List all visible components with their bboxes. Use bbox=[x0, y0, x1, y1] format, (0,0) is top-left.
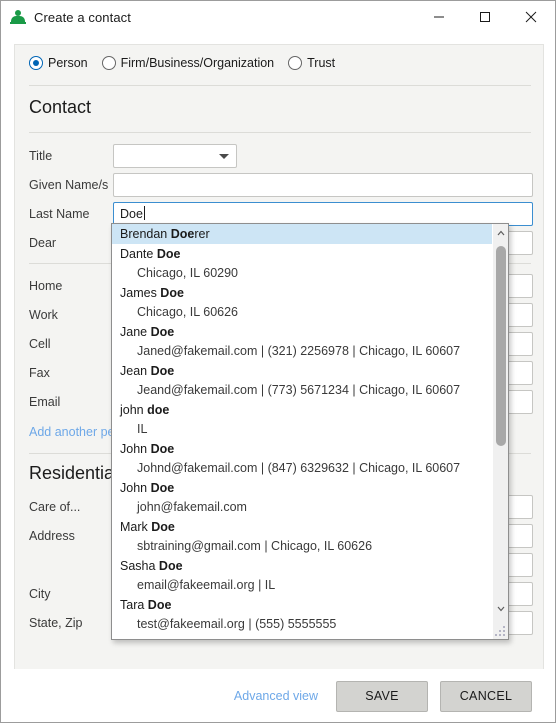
autocomplete-item[interactable]: john doe IL bbox=[112, 400, 493, 439]
autocomplete-item[interactable]: John Doe Johnd@fakemail.com | (847) 63296… bbox=[112, 439, 493, 478]
cancel-button[interactable]: CANCEL bbox=[440, 680, 532, 712]
autocomplete-item-name: Dante Doe bbox=[120, 247, 181, 261]
label-dear: Dear bbox=[29, 236, 57, 250]
chevron-down-icon bbox=[219, 154, 229, 159]
divider-contact bbox=[29, 132, 531, 133]
autocomplete-item-name: John Doe bbox=[120, 442, 175, 456]
autocomplete-item-detail: Chicago, IL 60290 bbox=[137, 266, 239, 280]
autocomplete-dropdown[interactable]: Brendan Doerer Dante Doe Chicago, IL 60290… bbox=[111, 223, 509, 640]
autocomplete-item[interactable]: Brendan Doerer bbox=[112, 224, 493, 244]
autocomplete-item[interactable]: Sasha Doe email@fakeemail.org | IL bbox=[112, 556, 493, 595]
radio-trust-indicator bbox=[288, 56, 303, 70]
autocomplete-item-detail: Johnd@fakemail.com | (847) 6329632 | Chi… bbox=[137, 461, 461, 475]
last-name-value: Doe bbox=[120, 207, 143, 221]
autocomplete-item-name: Tara Doe bbox=[120, 598, 172, 612]
section-title-residential: Residential bbox=[29, 463, 119, 483]
autocomplete-item-name: Sasha Doe bbox=[120, 559, 183, 573]
autocomplete-item-name: john doe bbox=[120, 403, 170, 417]
radio-trust-label: Trust bbox=[307, 56, 336, 70]
scrollbar-thumb[interactable] bbox=[496, 246, 506, 446]
autocomplete-item-detail: IL bbox=[137, 422, 148, 436]
autocomplete-item[interactable]: Tara Doe test@fakeemail.org | (555) 55555… bbox=[112, 595, 493, 634]
autocomplete-item-name: Jane Doe bbox=[120, 325, 175, 339]
dropdown-scrollbar[interactable] bbox=[492, 224, 508, 639]
label-home: Home bbox=[29, 279, 63, 293]
autocomplete-item[interactable]: James Doe Chicago, IL 60626 bbox=[112, 283, 493, 322]
label-email: Email bbox=[29, 395, 61, 409]
radio-person-label: Person bbox=[48, 56, 88, 70]
title-combobox[interactable] bbox=[113, 144, 237, 168]
autocomplete-item-detail: Jeand@fakemail.com | (773) 5671234 | Chi… bbox=[137, 383, 461, 397]
create-contact-window: Create a contact Person Firm/Business/Or… bbox=[0, 0, 556, 723]
autocomplete-item-detail: test@fakeemail.org | (555) 5555555 bbox=[137, 617, 337, 631]
label-given-names: Given Name/s bbox=[29, 178, 109, 192]
label-care-of: Care of... bbox=[29, 500, 81, 514]
text-caret bbox=[143, 206, 145, 220]
label-cell: Cell bbox=[29, 337, 51, 351]
autocomplete-list[interactable]: Brendan Doerer Dante Doe Chicago, IL 60290… bbox=[112, 224, 493, 639]
autocomplete-item-name: Brendan Doerer bbox=[112, 224, 493, 244]
radio-person-indicator bbox=[29, 56, 43, 70]
autocomplete-item-name: James Doe bbox=[120, 286, 184, 300]
person-icon bbox=[10, 9, 26, 25]
divider-top bbox=[29, 85, 531, 86]
add-another-person-link[interactable]: Add another per bbox=[29, 425, 119, 439]
minimize-icon[interactable] bbox=[416, 1, 462, 32]
autocomplete-item[interactable]: Dante Doe Chicago, IL 60290 bbox=[112, 244, 493, 283]
radio-firm-label: Firm/Business/Organization bbox=[120, 56, 275, 70]
radio-firm-indicator bbox=[101, 56, 116, 70]
label-state-zip: State, Zip bbox=[29, 616, 83, 630]
autocomplete-item-name: Mark Doe bbox=[120, 520, 175, 534]
autocomplete-item-detail: sbtraining@gmail.com | Chicago, IL 60626 bbox=[137, 539, 373, 553]
section-title-contact: Contact bbox=[29, 97, 92, 117]
autocomplete-item-detail: Chicago, IL 60626 bbox=[137, 305, 239, 319]
autocomplete-item-name: Jean Doe bbox=[120, 364, 175, 378]
autocomplete-item[interactable]: Jane Doe Janed@fakemail.com | (321) 22569… bbox=[112, 322, 493, 361]
label-address: Address bbox=[29, 529, 75, 543]
given-names-input[interactable] bbox=[113, 173, 533, 197]
dialog-footer: Advanced view SAVE CANCEL bbox=[14, 669, 544, 722]
autocomplete-item-detail: Janed@fakemail.com | (321) 2256978 | Chi… bbox=[137, 344, 461, 358]
autocomplete-item-detail: john@fakemail.com bbox=[137, 500, 247, 514]
resize-grip-icon[interactable] bbox=[493, 624, 507, 638]
autocomplete-item[interactable]: Jean Doe Jeand@fakemail.com | (773) 56712… bbox=[112, 361, 493, 400]
contact-type-radio-group: Person Firm/Business/Organization Trust bbox=[29, 56, 349, 70]
window-title: Create a contact bbox=[34, 9, 131, 25]
label-city: City bbox=[29, 587, 51, 601]
autocomplete-item[interactable]: John Doe john@fakemail.com bbox=[112, 478, 493, 517]
maximize-icon[interactable] bbox=[462, 1, 508, 32]
close-icon[interactable] bbox=[508, 1, 554, 32]
label-fax: Fax bbox=[29, 366, 50, 380]
advanced-view-link[interactable]: Advanced view bbox=[234, 689, 318, 703]
window-controls bbox=[416, 1, 554, 32]
save-button[interactable]: SAVE bbox=[336, 680, 428, 712]
autocomplete-item[interactable]: Mark Doe sbtraining@gmail.com | Chicago, … bbox=[112, 517, 493, 556]
autocomplete-item-name: John Doe bbox=[120, 481, 175, 495]
scroll-up-icon[interactable] bbox=[493, 224, 508, 241]
title-bar: Create a contact bbox=[1, 1, 555, 33]
autocomplete-item-detail: email@fakeemail.org | IL bbox=[137, 578, 276, 592]
label-last-name: Last Name bbox=[29, 207, 90, 221]
label-title: Title bbox=[29, 149, 53, 163]
radio-firm[interactable]: Firm/Business/Organization bbox=[101, 56, 275, 70]
radio-trust[interactable]: Trust bbox=[288, 56, 335, 70]
label-work: Work bbox=[29, 308, 58, 322]
radio-person[interactable]: Person bbox=[29, 56, 88, 70]
scroll-down-icon[interactable] bbox=[493, 600, 508, 617]
